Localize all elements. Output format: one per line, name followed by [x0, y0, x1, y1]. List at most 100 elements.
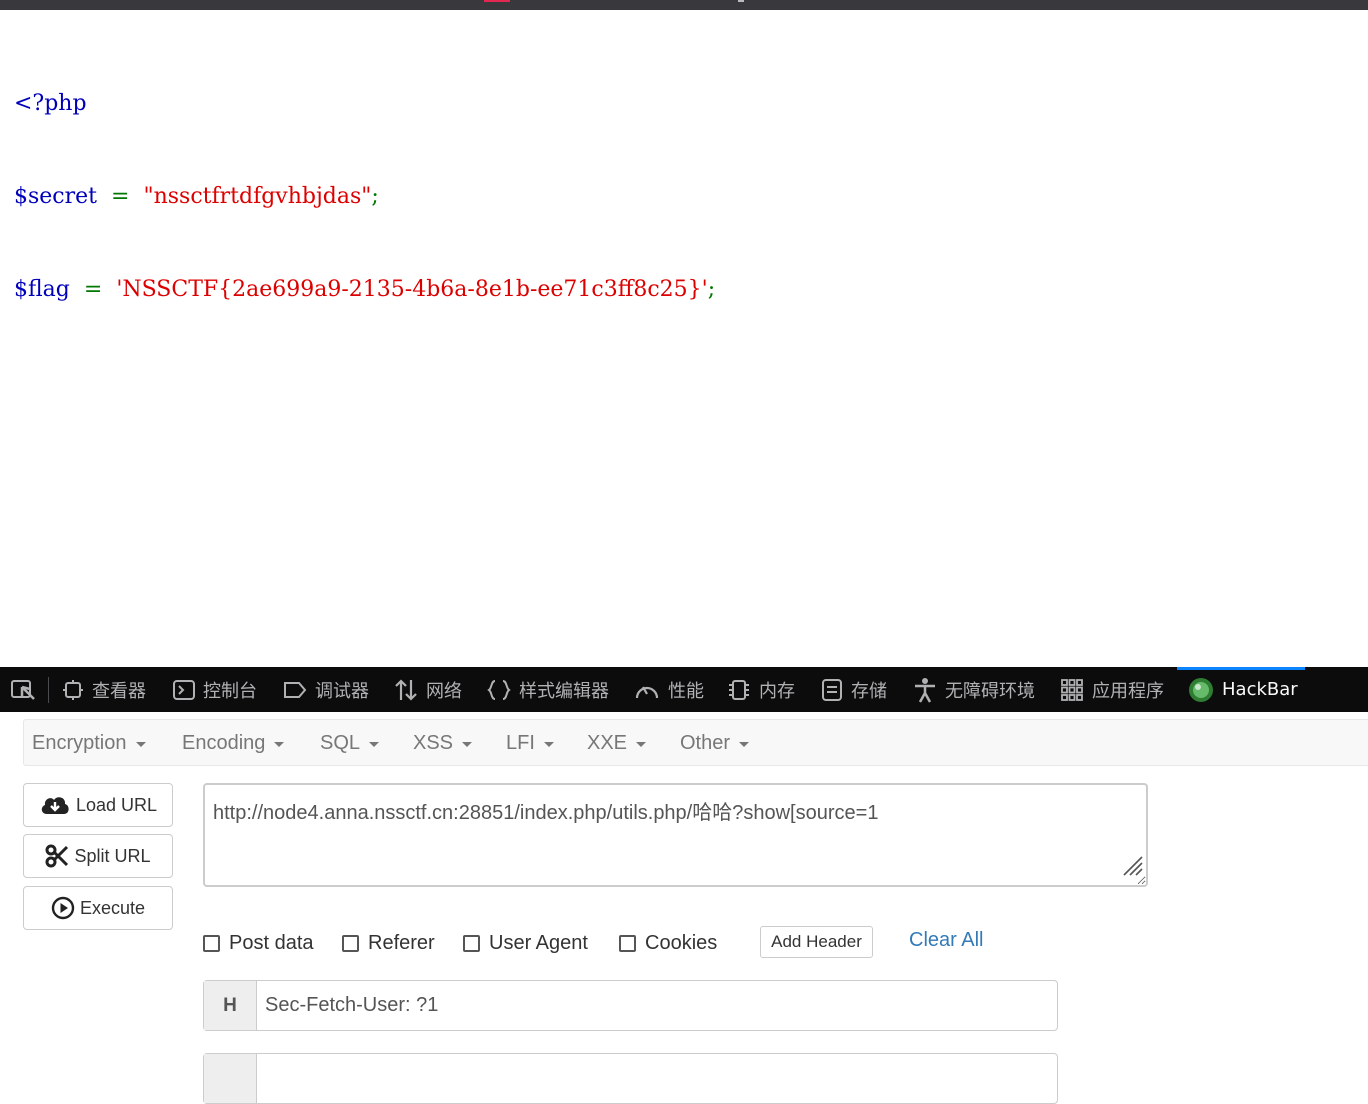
- toolbar-divider: [48, 677, 49, 703]
- menu-label: Encoding: [182, 731, 266, 754]
- button-label: Execute: [79, 897, 146, 918]
- console-icon: [173, 679, 195, 701]
- play-circle-icon: [51, 896, 75, 920]
- cookies-option[interactable]: Cookies: [619, 929, 717, 957]
- debugger-icon: [283, 679, 307, 701]
- source-line-3: $flag = 'NSSCTF{2ae699a9-2135-4b6a-8e1b-…: [14, 274, 715, 305]
- cloud-download-icon: [39, 794, 71, 816]
- cookies-checkbox[interactable]: [619, 934, 636, 952]
- secret-variable: $secret: [14, 184, 98, 209]
- menu-label: SQL: [320, 731, 361, 754]
- header-input-row: H Sec-Fetch-User: ?1: [203, 980, 1058, 1031]
- toolbar-mark: [738, 0, 744, 2]
- post-data-option[interactable]: Post data: [203, 929, 314, 957]
- tab-label: 性能: [668, 680, 704, 702]
- statement-end: ;: [371, 184, 379, 209]
- scissors-icon: [45, 844, 69, 868]
- tab-hackbar[interactable]: HackBar: [1188, 667, 1298, 712]
- menu-label: LFI: [506, 731, 535, 754]
- menu-xxe[interactable]: XXE: [587, 720, 647, 766]
- button-label: Load URL: [75, 794, 158, 815]
- element-picker-button[interactable]: [10, 667, 38, 712]
- menu-label: XXE: [587, 731, 628, 754]
- header-addon-label: [204, 1054, 257, 1103]
- menu-encoding[interactable]: Encoding: [182, 720, 285, 766]
- inspector-icon: [62, 679, 84, 701]
- caret-down-icon: [739, 741, 750, 747]
- resize-grip-icon[interactable]: [1121, 854, 1143, 882]
- tab-style-editor[interactable]: 样式编辑器: [487, 667, 609, 712]
- browser-toolbar-strip: [0, 0, 1368, 10]
- php-open-tag: <?php: [14, 91, 87, 116]
- button-label: Split URL: [74, 845, 151, 866]
- statement-end: ;: [707, 277, 716, 302]
- hackbar-menu-bar: Encryption Encoding SQL XSS LFI XXE Othe…: [23, 719, 1368, 766]
- url-textarea[interactable]: http://node4.anna.nssctf.cn:28851/index.…: [203, 783, 1148, 887]
- tab-label: HackBar: [1222, 679, 1298, 700]
- hackbar-logo-icon: [1188, 677, 1214, 703]
- user-agent-checkbox[interactable]: [463, 934, 480, 952]
- header-input-row: [203, 1053, 1058, 1104]
- menu-encryption[interactable]: Encryption: [32, 720, 146, 766]
- split-url-button[interactable]: Split URL: [23, 834, 173, 878]
- menu-label: Encryption: [32, 731, 127, 754]
- tab-label: 调试器: [315, 680, 369, 702]
- tab-inspector[interactable]: 查看器: [62, 667, 146, 712]
- tab-storage[interactable]: 存储: [821, 667, 887, 712]
- tab-label: 查看器: [92, 680, 146, 702]
- menu-sql[interactable]: SQL: [320, 720, 380, 766]
- option-label: Cookies: [645, 931, 718, 954]
- source-line-2: $secret = "nssctfrtdfgvhbjdas";: [14, 181, 715, 212]
- application-icon: [1060, 678, 1084, 702]
- flag-value: 'NSSCTF{2ae699a9-2135-4b6a-8e1b-ee71c3ff…: [116, 277, 708, 302]
- source-line-1: <?php: [14, 88, 715, 119]
- assign-operator: =: [111, 184, 130, 209]
- performance-icon: [634, 679, 660, 701]
- tab-indicator: [484, 0, 510, 2]
- tab-label: 控制台: [203, 680, 257, 702]
- tab-memory[interactable]: 内存: [727, 667, 795, 712]
- referer-option[interactable]: Referer: [342, 929, 435, 957]
- execute-button[interactable]: Execute: [23, 886, 173, 930]
- post-data-checkbox[interactable]: [203, 934, 220, 952]
- user-agent-option[interactable]: User Agent: [463, 929, 588, 957]
- assign-operator: =: [83, 277, 103, 302]
- tab-application[interactable]: 应用程序: [1060, 667, 1164, 712]
- tab-label: 无障碍环境: [945, 680, 1035, 702]
- load-url-button[interactable]: Load URL: [23, 783, 173, 827]
- tab-label: 内存: [759, 680, 795, 702]
- style-editor-icon: [487, 679, 511, 701]
- tab-label: 应用程序: [1092, 680, 1164, 702]
- php-source-view: <?php $secret = "nssctfrtdfgvhbjdas"; $f…: [14, 26, 715, 336]
- network-icon: [394, 678, 418, 702]
- menu-lfi[interactable]: LFI: [506, 720, 554, 766]
- tab-debugger[interactable]: 调试器: [283, 667, 369, 712]
- url-text: http://node4.anna.nssctf.cn:28851/index.…: [213, 802, 879, 824]
- tab-console[interactable]: 控制台: [173, 667, 257, 712]
- storage-icon: [821, 678, 843, 702]
- tab-label: 网络: [426, 680, 462, 702]
- caret-down-icon: [462, 741, 473, 747]
- referer-checkbox[interactable]: [342, 934, 359, 952]
- tab-accessibility[interactable]: 无障碍环境: [913, 667, 1035, 712]
- option-label: Post data: [229, 931, 314, 954]
- pick-element-icon: [10, 677, 38, 703]
- menu-other[interactable]: Other: [680, 720, 750, 766]
- memory-icon: [727, 678, 751, 702]
- menu-xss[interactable]: XSS: [413, 720, 473, 766]
- add-header-button[interactable]: Add Header: [760, 926, 873, 958]
- caret-down-icon: [274, 741, 285, 747]
- header-input[interactable]: Sec-Fetch-User: ?1: [257, 981, 1057, 1030]
- flag-variable: $flag: [14, 277, 70, 302]
- header-input[interactable]: [257, 1054, 1057, 1103]
- menu-label: Other: [680, 731, 731, 754]
- menu-label: XSS: [413, 731, 454, 754]
- tab-label: 样式编辑器: [519, 680, 609, 702]
- tab-network[interactable]: 网络: [394, 667, 462, 712]
- caret-down-icon: [636, 741, 647, 747]
- tab-performance[interactable]: 性能: [634, 667, 704, 712]
- option-label: Referer: [368, 931, 435, 954]
- clear-all-link[interactable]: Clear All: [909, 929, 983, 952]
- option-label: User Agent: [489, 931, 588, 954]
- caret-down-icon: [543, 741, 554, 747]
